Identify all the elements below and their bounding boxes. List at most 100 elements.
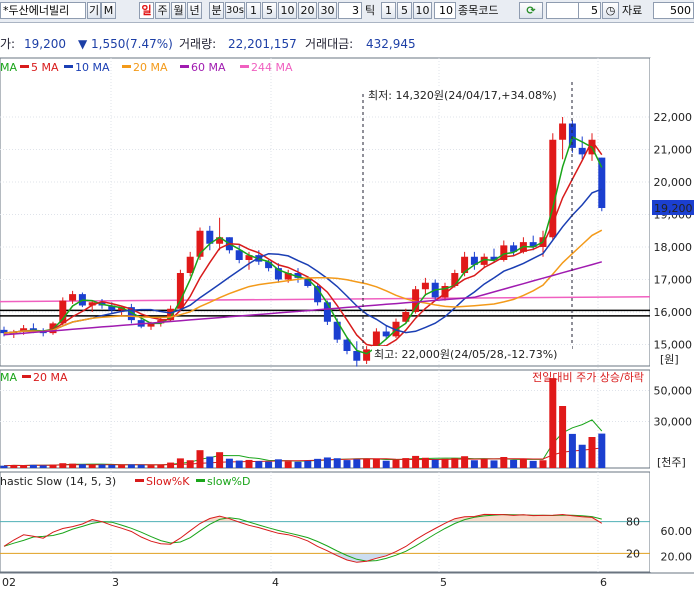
volume-bar	[0, 465, 8, 468]
stock-chart[interactable]: 최저: 14,320원(24/04/17,+34.08%) 최고: 22,000…	[0, 0, 694, 592]
volume-bar	[392, 459, 400, 468]
volume-bar	[59, 463, 67, 468]
high-annotation: 최고: 22,000원(24/05/28,-12.73%)	[374, 348, 557, 361]
candle-body	[382, 331, 390, 337]
candle-body	[578, 147, 586, 155]
price-tick-label: 18,000	[654, 241, 693, 254]
volume-bar	[49, 464, 57, 468]
volume-bar	[588, 437, 596, 468]
price-tick-label: 21,000	[654, 144, 693, 157]
price-tick-label: 22,000	[654, 111, 693, 124]
volume-bar	[431, 459, 439, 468]
date-tick-label: 02	[2, 576, 16, 589]
volume-bar	[451, 458, 459, 468]
volume-bar	[88, 464, 96, 468]
legend-swatch	[196, 479, 205, 482]
price-legend-item: MA	[0, 61, 17, 74]
date-tick-label: 4	[272, 576, 279, 589]
candle-body	[69, 294, 77, 301]
volume-bar	[206, 456, 214, 468]
volume-note: 전일대비 주가 상승/하락	[532, 370, 644, 384]
volume-bar	[69, 463, 77, 468]
candle-body	[598, 157, 606, 208]
volume-bar	[98, 464, 106, 468]
volume-bar	[274, 459, 282, 468]
volume-bar	[402, 458, 410, 468]
volume-bar	[412, 455, 420, 468]
volume-bar	[255, 461, 263, 468]
candle-body	[559, 123, 567, 140]
volume-unit-label: [천주]	[657, 455, 686, 469]
stoch-title: hastic Slow (14, 5, 3)	[0, 475, 116, 488]
current-price-tag: 19,200	[654, 202, 693, 215]
price-legend-item: 244 MA	[251, 61, 293, 74]
candle-body	[265, 261, 273, 269]
volume-bar	[29, 464, 37, 468]
price-unit-label: [원]	[660, 353, 679, 366]
candle-body	[186, 256, 194, 273]
volume-tick-label: 30,000	[654, 416, 693, 429]
volume-bar	[176, 458, 184, 468]
legend-swatch	[22, 375, 31, 378]
volume-bar	[147, 465, 155, 468]
price-tick-label: 20,000	[654, 176, 693, 189]
volume-bar	[20, 465, 28, 468]
price-legend-item: 60 MA	[191, 61, 226, 74]
stoch-tick-label: 20.00	[661, 551, 693, 564]
volume-bar	[490, 460, 498, 468]
volume-bar	[216, 452, 224, 468]
volume-bar	[118, 465, 126, 468]
volume-bar	[529, 460, 537, 468]
date-tick-label: 6	[600, 576, 607, 589]
volume-bar	[480, 459, 488, 468]
stoch-tick-label: 60.00	[661, 525, 693, 538]
volume-bar	[578, 444, 586, 468]
price-tick-label: 16,000	[654, 306, 693, 319]
volume-bar	[363, 459, 371, 468]
stoch-tick-label: 20	[626, 547, 640, 560]
price-legend-item: 10 MA	[75, 61, 110, 74]
legend-swatch	[64, 65, 73, 68]
candle-body	[323, 302, 331, 322]
volume-bar	[245, 459, 253, 468]
volume-bar	[127, 464, 135, 468]
candle-body	[421, 282, 429, 290]
date-tick-label: 5	[440, 576, 447, 589]
stoch-k-legend: Slow%K	[146, 475, 190, 488]
volume-bar	[519, 459, 527, 468]
volume-bar	[500, 456, 508, 468]
legend-swatch	[180, 65, 189, 68]
candle-body	[235, 250, 243, 260]
low-annotation: 최저: 14,320원(24/04/17,+34.08%)	[368, 89, 557, 102]
volume-bar	[167, 462, 175, 468]
legend-swatch	[122, 65, 131, 68]
volume-bar	[421, 457, 429, 468]
volume-bar	[186, 460, 194, 468]
legend-swatch	[240, 65, 249, 68]
volume-bar	[265, 461, 273, 468]
stoch-tick-label: 80	[626, 516, 640, 529]
volume-bar	[343, 460, 351, 468]
volume-bar	[353, 459, 361, 468]
volume-tick-label: 50,000	[654, 385, 693, 398]
volume-legend-item: MA	[0, 371, 17, 384]
price-legend-item: 5 MA	[31, 61, 59, 74]
price-tick-label: 15,000	[654, 339, 693, 352]
volume-bar	[382, 460, 390, 468]
volume-bar	[559, 406, 567, 468]
volume-bar	[10, 465, 18, 468]
legend-swatch	[20, 65, 29, 68]
volume-bar	[510, 459, 518, 468]
candle-body	[363, 349, 371, 361]
volume-bar	[372, 458, 380, 468]
volume-bar	[225, 458, 233, 468]
volume-bar	[323, 457, 331, 468]
volume-bar	[39, 465, 47, 468]
volume-legend-item: 20 MA	[33, 371, 68, 384]
volume-bar	[304, 460, 312, 468]
volume-bar	[196, 450, 204, 468]
volume-bar	[294, 461, 302, 468]
volume-bar	[137, 464, 145, 468]
date-tick-label: 3	[112, 576, 119, 589]
volume-bar	[157, 464, 165, 468]
